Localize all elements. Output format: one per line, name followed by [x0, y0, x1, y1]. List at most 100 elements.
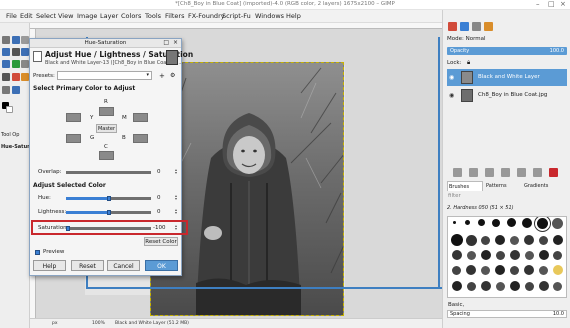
brush-grid[interactable]: [447, 216, 567, 298]
color-swatch-magenta[interactable]: [133, 113, 148, 122]
move-icon[interactable]: [12, 48, 20, 56]
brush-swatch[interactable]: [478, 219, 485, 226]
brush-icon[interactable]: [12, 73, 20, 81]
spin-arrows-icon[interactable]: ▴ ▾: [175, 194, 177, 201]
close-icon[interactable]: ×: [560, 0, 566, 8]
brush-swatch[interactable]: [481, 281, 491, 291]
eraser-icon[interactable]: [21, 73, 29, 81]
lower-layer-icon[interactable]: [485, 168, 494, 177]
layer-row[interactable]: ◉ Black and White Layer: [447, 69, 567, 86]
menu-fx-foundry[interactable]: FX-Foundry: [188, 12, 225, 20]
lock-icon[interactable]: 🔒︎: [467, 59, 470, 67]
rect-select-icon[interactable]: [2, 36, 10, 44]
help-button[interactable]: Help: [33, 260, 66, 271]
brush-swatch[interactable]: [452, 266, 461, 275]
menu-script-fu[interactable]: Script-Fu: [222, 12, 251, 20]
menu-help[interactable]: Help: [286, 12, 301, 20]
clone-icon[interactable]: [2, 86, 10, 94]
canvas-guide-vertical-right[interactable]: [438, 37, 440, 289]
brush-swatch[interactable]: [467, 251, 476, 260]
color-swatch-cyan[interactable]: [99, 151, 114, 160]
brush-swatch[interactable]: [522, 218, 532, 228]
maximize-icon[interactable]: □: [163, 39, 169, 46]
free-select-icon[interactable]: [12, 36, 20, 44]
channels-tab-icon[interactable]: [460, 22, 469, 31]
ok-button[interactable]: OK: [145, 260, 178, 271]
bucket-icon[interactable]: [21, 60, 29, 68]
overlap-slider[interactable]: [66, 171, 151, 174]
flip-icon[interactable]: [2, 60, 10, 68]
gear-icon[interactable]: ⚙: [170, 72, 175, 79]
brush-swatch[interactable]: [453, 221, 456, 224]
tab-gradients[interactable]: Gradients: [523, 181, 563, 191]
pencil-icon[interactable]: [2, 73, 10, 81]
brush-swatch[interactable]: [539, 281, 549, 291]
brush-swatch[interactable]: [495, 265, 505, 275]
brush-swatch[interactable]: [481, 250, 491, 260]
background-color-swatch[interactable]: [6, 106, 13, 113]
brush-swatch[interactable]: [510, 250, 520, 260]
tab-patterns[interactable]: Patterns: [485, 181, 521, 191]
brush-swatch[interactable]: [539, 266, 548, 275]
menu-select[interactable]: Select: [36, 12, 56, 20]
menu-colors[interactable]: Colors: [121, 12, 141, 20]
lightness-value[interactable]: 0: [157, 209, 161, 215]
brush-swatch[interactable]: [524, 265, 534, 275]
anchor-layer-icon[interactable]: [517, 168, 526, 177]
brush-swatch[interactable]: [466, 235, 477, 246]
menu-tools[interactable]: Tools: [145, 12, 161, 20]
brush-swatch[interactable]: [466, 265, 476, 275]
brush-swatch[interactable]: [553, 265, 563, 275]
lightness-slider-handle[interactable]: [107, 210, 111, 215]
brush-swatch[interactable]: [553, 251, 562, 260]
brush-swatch[interactable]: [539, 250, 549, 260]
brush-swatch[interactable]: [537, 218, 548, 229]
preview-checkbox[interactable]: [35, 250, 40, 255]
spin-arrows-icon[interactable]: ▴ ▾: [175, 208, 177, 215]
duplicate-layer-icon[interactable]: [501, 168, 510, 177]
fuzzy-select-icon[interactable]: [21, 36, 29, 44]
brush-swatch[interactable]: [553, 235, 563, 245]
eye-icon[interactable]: ◉: [449, 74, 454, 81]
brush-swatch[interactable]: [510, 236, 519, 245]
overlap-value[interactable]: 0: [157, 169, 161, 175]
delete-layer-icon[interactable]: [549, 168, 558, 177]
raise-layer-icon[interactable]: [469, 168, 478, 177]
brush-swatch[interactable]: [525, 251, 534, 260]
brush-swatch[interactable]: [481, 236, 490, 245]
brush-swatch[interactable]: [525, 282, 534, 291]
layers-tab-icon[interactable]: [448, 22, 457, 31]
plus-icon[interactable]: +: [159, 72, 165, 80]
brush-swatch[interactable]: [510, 266, 519, 275]
hue-slider-handle[interactable]: [107, 196, 111, 201]
menu-view[interactable]: View: [58, 12, 73, 20]
brush-swatch[interactable]: [507, 218, 516, 227]
menu-edit[interactable]: Edit: [20, 12, 33, 20]
brush-swatch[interactable]: [481, 266, 490, 275]
mask-layer-icon[interactable]: [533, 168, 542, 177]
ruler-horizontal[interactable]: [30, 23, 442, 29]
spacing-slider[interactable]: Spacing 10.0: [447, 310, 567, 318]
brush-swatch[interactable]: [492, 219, 500, 227]
menu-filters[interactable]: Filters: [165, 12, 184, 20]
color-swatch-blue[interactable]: [133, 134, 148, 143]
canvas-guide-horizontal[interactable]: [86, 287, 442, 289]
text-icon[interactable]: [12, 60, 20, 68]
menu-layer[interactable]: Layer: [100, 12, 118, 20]
opacity-slider[interactable]: Opacity 100.0: [447, 47, 567, 55]
brush-filter-input[interactable]: filter: [448, 193, 461, 199]
smudge-icon[interactable]: [12, 86, 20, 94]
brush-swatch[interactable]: [495, 235, 505, 245]
brush-swatch[interactable]: [465, 220, 470, 225]
eye-icon[interactable]: ◉: [449, 92, 454, 99]
menu-file[interactable]: File: [6, 12, 17, 20]
paths-tab-icon[interactable]: [472, 22, 481, 31]
brush-swatch[interactable]: [496, 282, 505, 291]
reset-button[interactable]: Reset: [71, 260, 104, 271]
color-swatch-red[interactable]: [99, 107, 114, 116]
scale-icon[interactable]: [21, 48, 29, 56]
hue-value[interactable]: 0: [157, 195, 161, 201]
crop-icon[interactable]: [2, 48, 10, 56]
menu-image[interactable]: Image: [77, 12, 97, 20]
status-units[interactable]: px: [52, 321, 58, 326]
